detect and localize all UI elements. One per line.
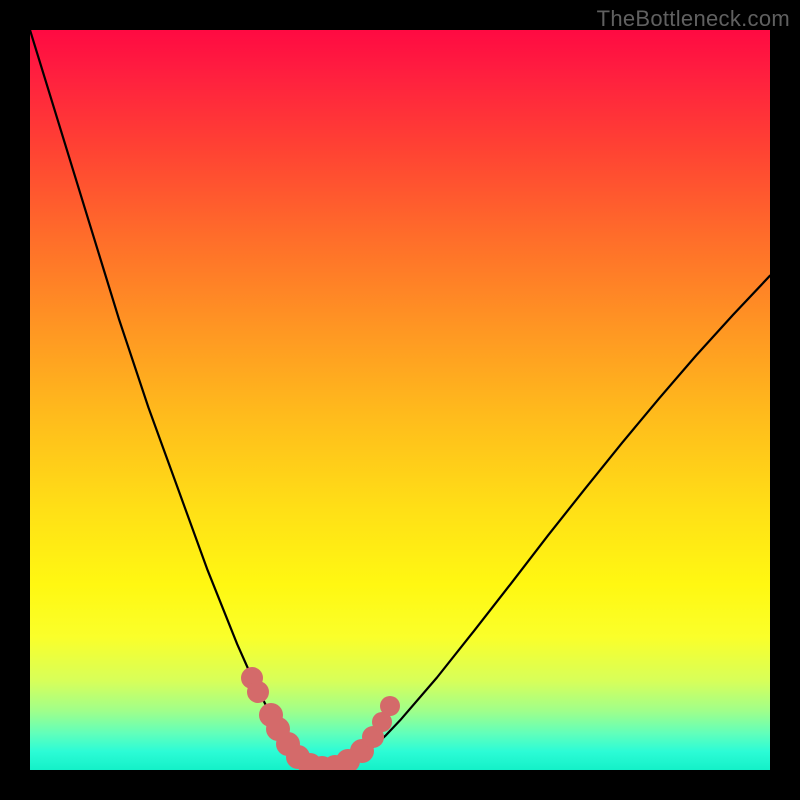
curve-point [247,681,269,703]
curve-points [30,30,770,770]
watermark-label: TheBottleneck.com [597,6,790,32]
curve-point [380,696,400,716]
plot-area [30,30,770,770]
chart-frame: TheBottleneck.com [0,0,800,800]
